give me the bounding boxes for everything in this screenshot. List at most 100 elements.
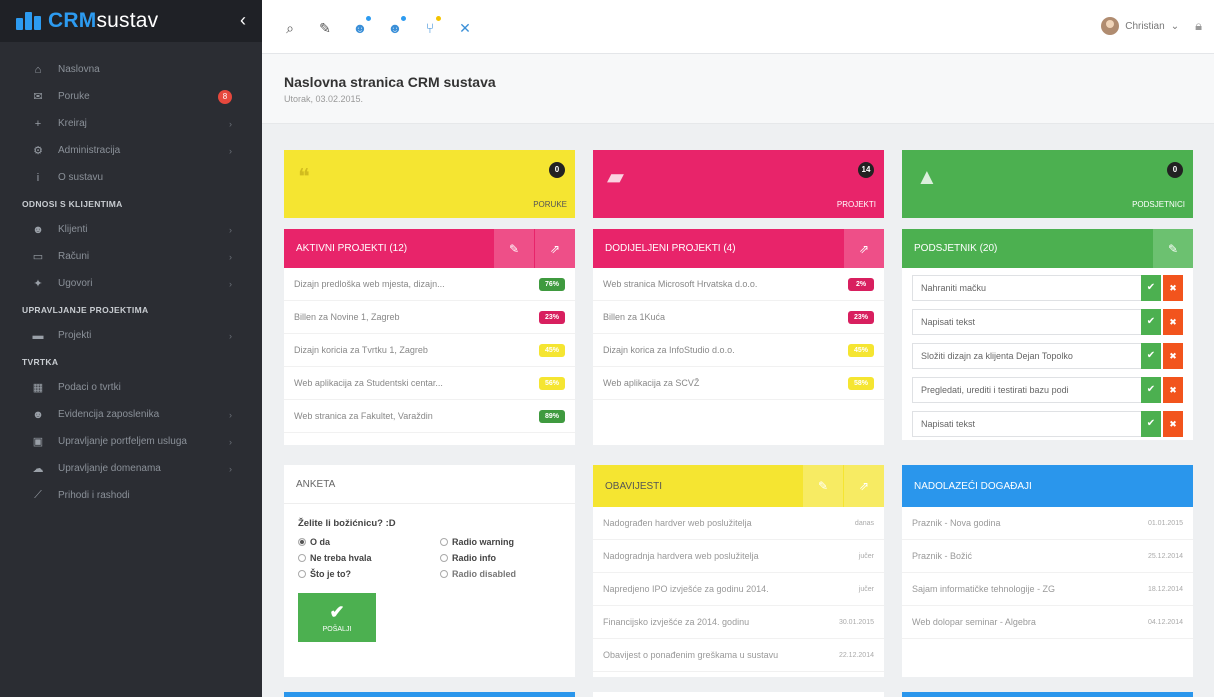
poll-option[interactable]: O da xyxy=(298,537,440,547)
assigned-projects-panel: DODIJELJENI PROJEKTI (4) ⇗ Web stranica … xyxy=(593,229,884,445)
project-name: Web stranica za Fakultet, Varaždin xyxy=(294,411,433,421)
check-icon[interactable]: ✔ xyxy=(1141,377,1161,403)
project-name: Web aplikacija za Studentski centar... xyxy=(294,378,443,388)
card-icon: ▭ xyxy=(32,251,44,263)
home-icon: ⌂ xyxy=(34,63,42,76)
external-link-icon[interactable]: ⇗ xyxy=(844,229,884,268)
user-menu[interactable]: Christian ⌄ 🔒︎ xyxy=(1101,17,1202,35)
project-row[interactable]: Dizajn korica za InfoStudio d.o.o. 45% xyxy=(593,334,884,367)
notice-row[interactable]: Nadogradnja hardvera web poslužitelja juč… xyxy=(593,540,884,573)
project-row[interactable]: Billen za 1Kuća 23% xyxy=(593,301,884,334)
sidebar-item[interactable]: i O sustavu xyxy=(0,164,262,191)
pencil-icon[interactable]: ✎ xyxy=(803,465,843,507)
poll-option-label: O da xyxy=(310,537,331,547)
project-row[interactable]: Dizajn predloška web mjesta, dizajn... 76… xyxy=(284,268,575,301)
sidebar-item-label: Naslovna xyxy=(58,64,100,75)
check-icon[interactable]: ✔ xyxy=(1141,275,1161,301)
wrench-icon[interactable]: ✎ xyxy=(317,20,333,37)
sidebar-collapse-icon[interactable]: ‹ xyxy=(240,10,246,31)
brand[interactable]: CRMsustav ‹ xyxy=(0,0,262,42)
search-icon[interactable]: ⌕ xyxy=(282,20,298,37)
sidebar-item[interactable]: ⟋ Prihodi i rashodi xyxy=(0,482,262,509)
event-row[interactable]: Sajam informatičke tehnologije - ZG 18.12… xyxy=(902,573,1193,606)
check-icon[interactable]: ✔ xyxy=(1141,309,1161,335)
sidebar-item[interactable]: ✉ Poruke 8 xyxy=(0,83,262,110)
project-row[interactable]: Web aplikacija za Studentski centar... 56… xyxy=(284,367,575,400)
fullscreen-icon[interactable]: ✕ xyxy=(457,20,473,37)
project-row[interactable]: Dizajn koricia za Tvrtku 1, Zagreb 45% xyxy=(284,334,575,367)
sidebar-item[interactable]: ☻ Klijenti › xyxy=(0,216,262,243)
user-add-icon[interactable]: ☻ xyxy=(352,15,372,37)
reminder-field[interactable]: Napisati tekst xyxy=(912,309,1143,335)
lock-icon[interactable]: 🔒︎ xyxy=(1195,18,1202,34)
tile-reminders[interactable]: ▲ 0 PODSJETNICI xyxy=(902,150,1193,218)
event-row[interactable]: Praznik - Nova godina 01.01.2015 xyxy=(902,507,1193,540)
poll-option[interactable]: Ne treba hvala xyxy=(298,553,440,563)
radio-button[interactable] xyxy=(440,538,448,546)
event-row-text: Praznik - Nova godina xyxy=(912,518,1001,528)
sidebar-item[interactable]: ▬ Projekti › xyxy=(0,322,262,349)
sidebar-item[interactable]: + Kreiraj › xyxy=(0,110,262,137)
project-row[interactable]: Web stranica za Fakultet, Varaždin 89% xyxy=(284,400,575,433)
progress-badge: 58% xyxy=(848,377,874,390)
notice-row[interactable]: Obavijest o ponađenim greškama u sustavu… xyxy=(593,639,884,672)
reminder-field[interactable]: Napisati tekst xyxy=(912,411,1143,437)
sidebar-item[interactable]: ☻ Evidencija zaposlenika › xyxy=(0,401,262,428)
poll-option[interactable]: Radio info xyxy=(440,553,570,563)
hierarchy-icon[interactable]: ⑂ xyxy=(422,15,442,37)
check-icon[interactable]: ✔ xyxy=(1141,343,1161,369)
sidebar-item-label: Poruke xyxy=(58,91,90,102)
submit-button[interactable]: ✔ POŠALJI xyxy=(298,593,376,642)
close-icon[interactable]: ✖ xyxy=(1163,377,1183,403)
panel-title: ANKETA xyxy=(296,478,336,490)
reminder-row: Nahraniti mačku ✔ ✖ xyxy=(902,270,1193,304)
sidebar-item[interactable]: ☁ Upravljanje domenama › xyxy=(0,455,262,482)
project-name: Dizajn koricia za Tvrtku 1, Zagreb xyxy=(294,345,428,355)
pencil-icon[interactable]: ✎ xyxy=(1153,229,1193,268)
notice-row[interactable]: Financijsko izvješće za 2014. godinu 30.0… xyxy=(593,606,884,639)
sidebar-item[interactable]: ▦ Podaci o tvrtki xyxy=(0,374,262,401)
notice-row[interactable]: Napredjeno IPO izvješće za godinu 2014. j… xyxy=(593,573,884,606)
radio-button[interactable] xyxy=(298,554,306,562)
notice-row-text: Financijsko izvješće za 2014. godinu xyxy=(603,617,750,627)
project-row[interactable]: Web aplikacija za SCVŽ 58% xyxy=(593,367,884,400)
close-icon[interactable]: ✖ xyxy=(1163,411,1183,437)
close-icon[interactable]: ✖ xyxy=(1163,275,1183,301)
close-icon[interactable]: ✖ xyxy=(1163,343,1183,369)
sidebar-item[interactable]: ⚙ Administracija › xyxy=(0,137,262,164)
radio-button[interactable] xyxy=(298,538,306,546)
avatar xyxy=(1101,17,1120,35)
event-row[interactable]: Web dolopar seminar - Algebra 04.12.2014 xyxy=(902,606,1193,639)
radio-button[interactable] xyxy=(298,570,306,578)
reminder-field[interactable]: Nahraniti mačku xyxy=(912,275,1143,301)
project-row[interactable]: Web stranica Microsoft Hrvatska d.o.o. 2% xyxy=(593,268,884,301)
poll-option[interactable]: Što je to? xyxy=(298,569,440,579)
sidebar-item[interactable]: ▣ Upravljanje portfeljem usluga › xyxy=(0,428,262,455)
notice-row[interactable]: Nadograđen hardver web poslužitelja danas xyxy=(593,507,884,540)
tile-label: PROJEKTI xyxy=(836,200,876,209)
poll-option[interactable]: Radio warning xyxy=(440,537,570,547)
radio-button[interactable] xyxy=(440,554,448,562)
check-icon[interactable]: ✔ xyxy=(1141,411,1161,437)
close-icon[interactable]: ✖ xyxy=(1163,309,1183,335)
users-icon[interactable]: ☻ xyxy=(387,15,407,37)
radio-button xyxy=(440,570,448,578)
sidebar-item[interactable]: ▭ Računi › xyxy=(0,243,262,270)
active-projects-panel: AKTIVNI PROJEKTI (12) ✎ ⇗ Dizajn predloš… xyxy=(284,229,575,445)
pencil-icon[interactable]: ✎ xyxy=(494,229,534,268)
event-row[interactable]: Praznik - Božić 25.12.2014 xyxy=(902,540,1193,573)
sidebar-item-label: O sustavu xyxy=(58,172,104,183)
sidebar-item[interactable]: ⌂ Naslovna xyxy=(0,56,262,83)
tile-projects[interactable]: ▰ 14 PROJEKTI xyxy=(593,150,884,218)
building-icon: ▦ xyxy=(32,382,44,394)
reminder-field[interactable]: Pregledati, urediti i testirati bazu pod… xyxy=(912,377,1143,403)
sidebar-item[interactable]: ✦ Ugovori › xyxy=(0,270,262,297)
reminder-field[interactable]: Složiti dizajn za klijenta Dejan Topolko xyxy=(912,343,1143,369)
notice-row-time: 30.01.2015 xyxy=(838,618,874,626)
event-row-time: 18.12.2014 xyxy=(1147,585,1183,593)
chat-icon: ✉ xyxy=(33,91,43,103)
external-link-icon[interactable]: ⇗ xyxy=(535,229,575,268)
project-row[interactable]: Billen za Novine 1, Zagreb 23% xyxy=(284,301,575,334)
external-link-icon[interactable]: ⇗ xyxy=(844,465,884,507)
tile-messages[interactable]: ❝ 0 PORUKE xyxy=(284,150,575,218)
